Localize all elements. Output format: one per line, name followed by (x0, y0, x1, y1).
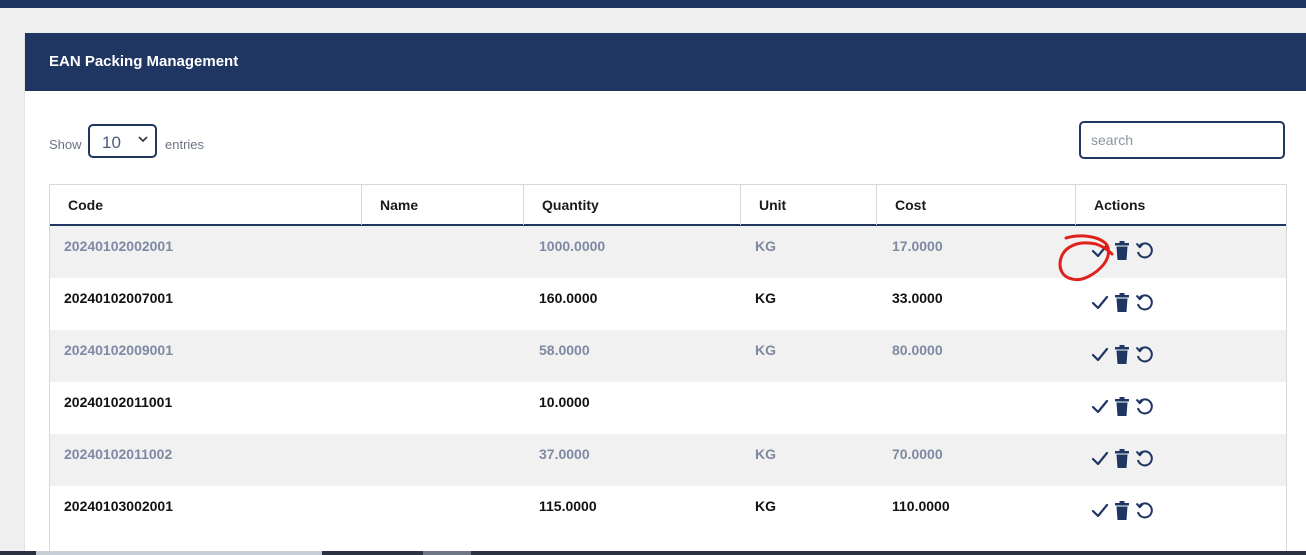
column-header-code[interactable]: Code (50, 185, 362, 225)
trash-icon[interactable] (1115, 397, 1129, 416)
scrollbar-segment (423, 551, 471, 555)
trash-icon[interactable] (1115, 345, 1129, 364)
cell-quantity: 1000.0000 (539, 238, 606, 254)
table-row: 20240103002001 115.0000 KG 110.0000 (50, 486, 1286, 538)
cell-code: 20240102011002 (64, 446, 173, 462)
column-header-quantity[interactable]: Quantity (524, 185, 741, 225)
entries-per-page-select[interactable]: 10 (88, 124, 157, 158)
check-icon[interactable] (1091, 397, 1109, 415)
check-icon[interactable] (1091, 501, 1109, 519)
ean-packing-card: EAN Packing Management Show 10 entries s… (24, 33, 1306, 555)
cell-cost: 80.0000 (892, 342, 943, 358)
horizontal-scrollbar[interactable] (0, 551, 1306, 555)
search-input[interactable]: search (1079, 121, 1285, 159)
refresh-icon[interactable] (1135, 241, 1154, 260)
table-row: 20240102011002 37.0000 KG 70.0000 (50, 434, 1286, 486)
check-icon[interactable] (1091, 293, 1109, 311)
top-navbar (0, 0, 1306, 8)
cell-quantity: 37.0000 (539, 446, 590, 462)
cell-unit: KG (755, 498, 776, 514)
cell-unit: KG (755, 342, 776, 358)
show-label: Show (49, 137, 82, 152)
refresh-icon[interactable] (1135, 449, 1154, 468)
scrollbar-thumb[interactable] (36, 551, 322, 555)
cell-code: 20240102007001 (64, 290, 174, 306)
cell-quantity: 58.0000 (539, 342, 590, 358)
cell-code: 20240103002001 (64, 498, 174, 514)
entries-label: entries (165, 137, 205, 152)
cell-cost: 70.0000 (892, 446, 943, 462)
column-header-unit[interactable]: Unit (741, 185, 877, 225)
cell-cost: 17.0000 (892, 238, 943, 254)
row-actions (1091, 501, 1171, 523)
row-actions (1091, 397, 1171, 419)
red-circle-annotation (1058, 234, 1114, 282)
column-header-actions: Actions (1094, 197, 1146, 213)
refresh-icon[interactable] (1135, 501, 1154, 520)
entries-per-page-value: 10 (102, 133, 121, 152)
cell-code: 20240102002001 (64, 238, 174, 254)
trash-icon[interactable] (1115, 449, 1129, 468)
cell-quantity: 10.0000 (539, 394, 590, 410)
row-actions (1091, 449, 1171, 471)
table-row: 20240102009001 58.0000 KG 80.0000 (50, 330, 1286, 382)
cell-unit: KG (755, 290, 776, 306)
table-row: 20240102011001 10.0000 (50, 382, 1286, 434)
cell-unit: KG (755, 446, 776, 462)
refresh-icon[interactable] (1135, 293, 1154, 312)
trash-icon[interactable] (1115, 293, 1129, 312)
row-actions (1091, 293, 1171, 315)
table-header: Code Name Quantity Unit Cost Actions (50, 184, 1286, 226)
cell-unit: KG (755, 238, 776, 254)
refresh-icon[interactable] (1135, 397, 1154, 416)
cell-cost: 33.0000 (892, 290, 943, 306)
cell-code: 20240102011001 (64, 394, 173, 410)
refresh-icon[interactable] (1135, 345, 1154, 364)
check-icon[interactable] (1091, 449, 1109, 467)
cell-quantity: 115.0000 (539, 498, 597, 514)
search-placeholder: search (1091, 132, 1134, 148)
column-header-name[interactable]: Name (362, 185, 524, 225)
card-title: EAN Packing Management (25, 33, 1306, 91)
cell-cost: 110.0000 (892, 498, 950, 514)
cell-quantity: 160.0000 (539, 290, 598, 306)
trash-icon[interactable] (1115, 501, 1129, 520)
cell-code: 20240102009001 (64, 342, 174, 358)
chevron-down-icon (138, 136, 148, 143)
column-header-cost[interactable]: Cost (877, 185, 1076, 225)
check-icon[interactable] (1091, 345, 1109, 363)
row-actions (1091, 345, 1171, 367)
